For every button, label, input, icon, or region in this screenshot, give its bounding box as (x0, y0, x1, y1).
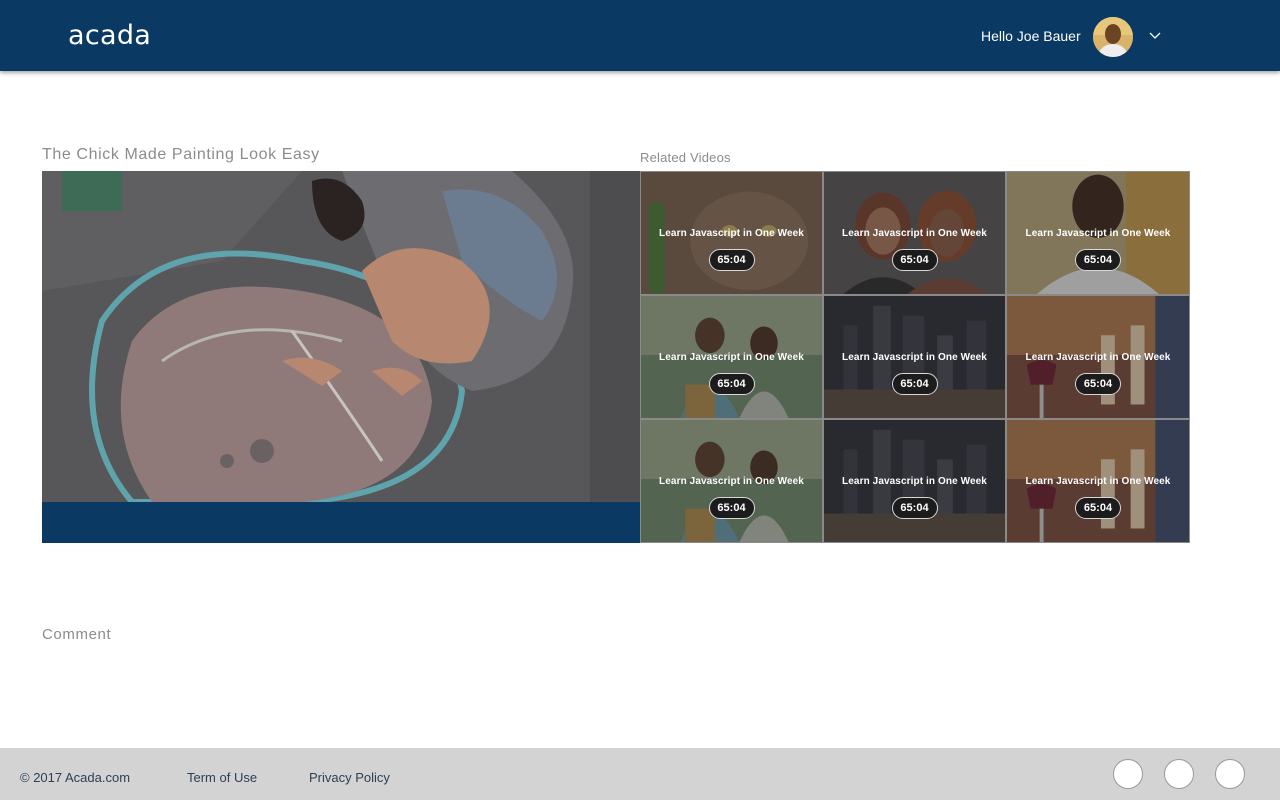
related-video-card[interactable]: Learn Javascript in One Week 65:04 (1006, 419, 1190, 543)
social-icon-3[interactable] (1215, 759, 1245, 789)
related-video-card[interactable]: Learn Javascript in One Week 65:04 (1006, 171, 1190, 295)
duration-badge: 65:04 (891, 497, 938, 519)
chevron-down-icon[interactable] (1148, 29, 1162, 43)
site-logo[interactable]: acada (68, 20, 151, 51)
related-video-card[interactable]: Learn Javascript in One Week 65:04 (823, 171, 1006, 295)
footer: © 2017 Acada.com Term of Use Privacy Pol… (0, 748, 1280, 800)
copyright-text: © 2017 Acada.com (20, 770, 131, 785)
video-thumbnail (42, 171, 640, 502)
duration-badge: 65:04 (708, 373, 755, 395)
related-video-card[interactable]: Learn Javascript in One Week 65:04 (823, 295, 1006, 419)
related-video-title: Learn Javascript in One Week (659, 476, 804, 487)
video-title: The Chick Made Painting Look Easy (42, 146, 320, 163)
related-video-card[interactable]: Learn Javascript in One Week 65:04 (640, 171, 823, 295)
top-header: acada Hello Joe Bauer (0, 0, 1280, 71)
duration-badge: 65:04 (1075, 497, 1121, 519)
related-video-card[interactable]: Learn Javascript in One Week 65:04 (640, 419, 823, 543)
related-video-title: Learn Javascript in One Week (1025, 352, 1171, 363)
duration-badge: 65:04 (708, 497, 755, 519)
related-video-title: Learn Javascript in One Week (659, 228, 804, 239)
terms-link[interactable]: Term of Use (187, 770, 257, 785)
related-video-card[interactable]: Learn Javascript in One Week 65:04 (640, 295, 823, 419)
related-video-title: Learn Javascript in One Week (842, 352, 987, 363)
related-video-title: Learn Javascript in One Week (1025, 228, 1171, 239)
duration-badge: 65:04 (1075, 249, 1121, 271)
related-video-title: Learn Javascript in One Week (1025, 476, 1171, 487)
video-player[interactable] (42, 171, 640, 543)
related-video-card[interactable]: Learn Javascript in One Week 65:04 (1006, 295, 1190, 419)
duration-badge: 65:04 (708, 249, 755, 271)
social-icon-1[interactable] (1113, 759, 1143, 789)
duration-badge: 65:04 (891, 249, 938, 271)
related-video-title: Learn Javascript in One Week (842, 228, 987, 239)
related-videos-label: Related Videos (640, 150, 731, 165)
user-greeting: Hello Joe Bauer (981, 28, 1081, 44)
comment-label: Comment (42, 626, 112, 643)
social-icon-2[interactable] (1164, 759, 1194, 789)
related-videos-grid: Learn Javascript in One Week 65:04 Learn J… (640, 171, 1190, 543)
privacy-link[interactable]: Privacy Policy (309, 770, 390, 785)
user-avatar[interactable] (1093, 17, 1133, 57)
related-video-title: Learn Javascript in One Week (659, 352, 804, 363)
related-video-title: Learn Javascript in One Week (842, 476, 987, 487)
duration-badge: 65:04 (891, 373, 938, 395)
video-controls-bar[interactable] (42, 502, 640, 543)
duration-badge: 65:04 (1075, 373, 1121, 395)
related-video-card[interactable]: Learn Javascript in One Week 65:04 (823, 419, 1006, 543)
